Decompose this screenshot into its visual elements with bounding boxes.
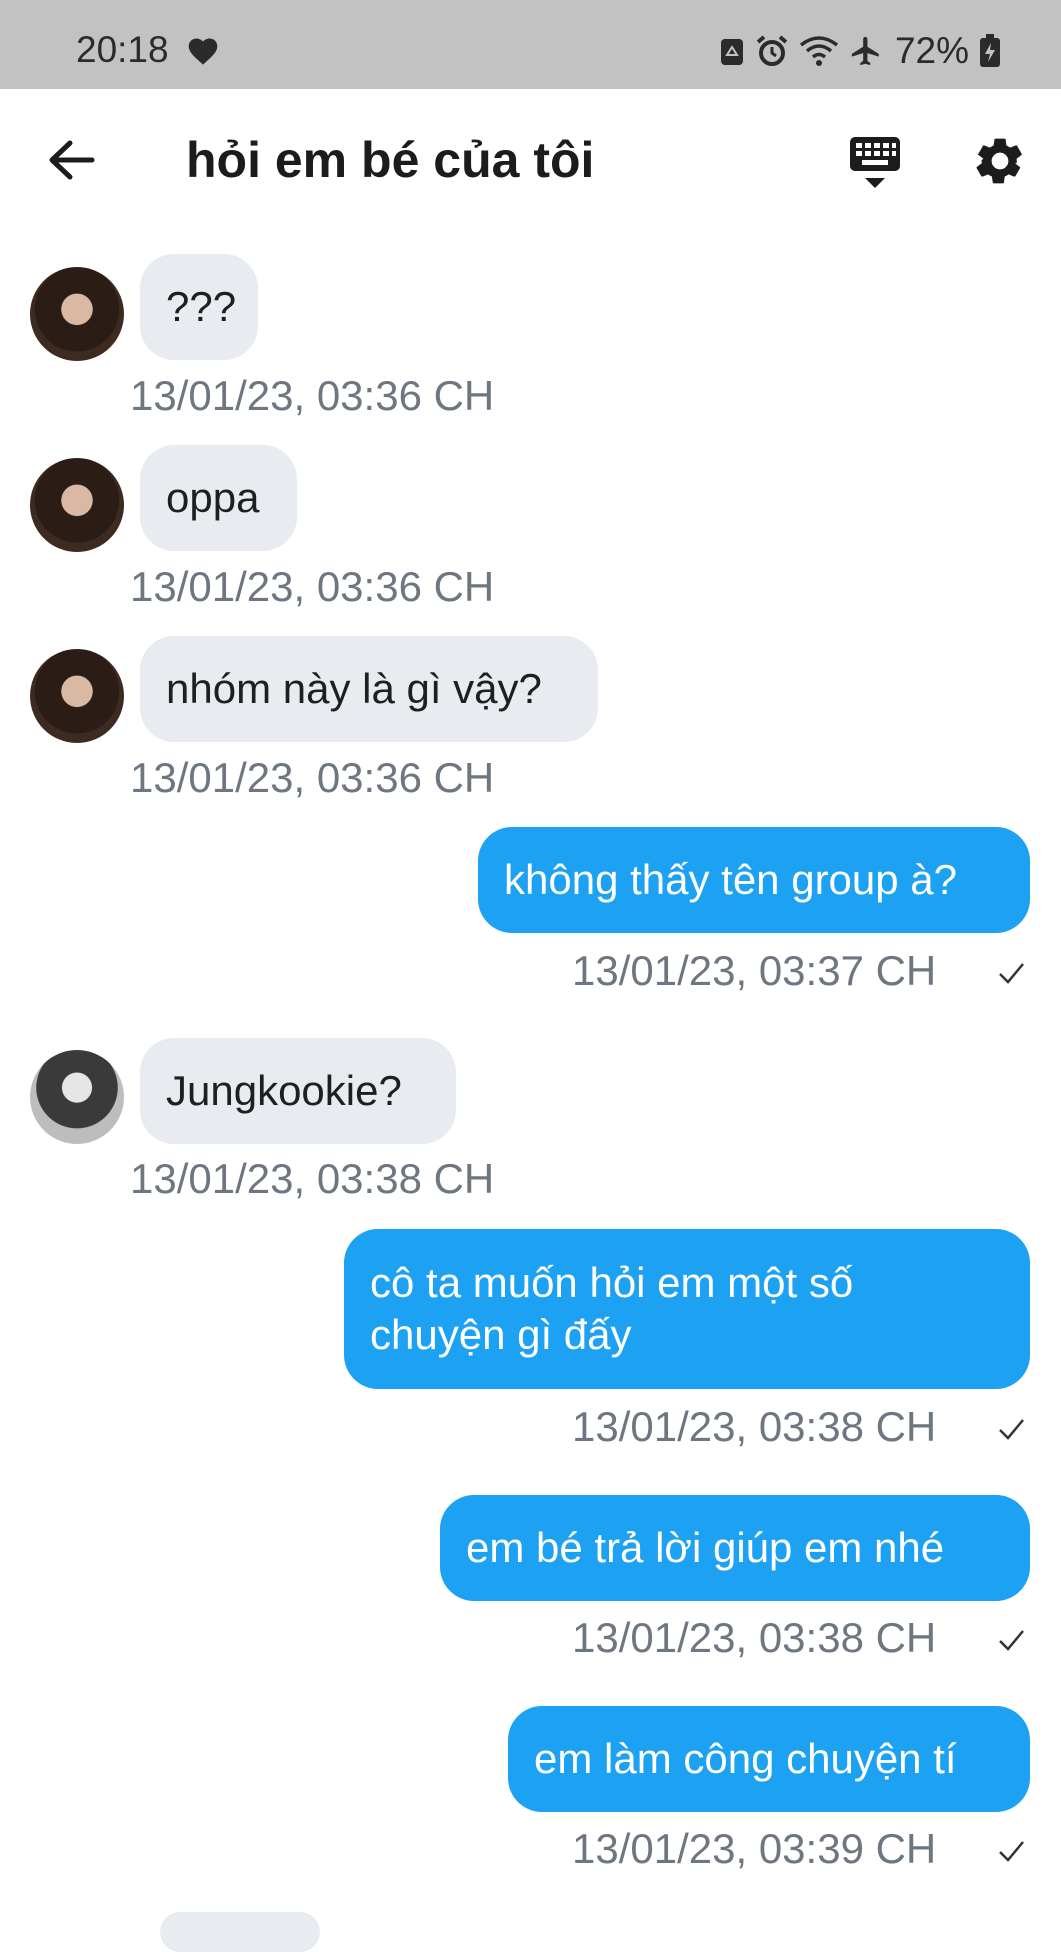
- status-bar: 20:18 72%: [0, 0, 1061, 89]
- keyboard-icon[interactable]: [848, 135, 902, 191]
- back-arrow-icon[interactable]: [46, 137, 96, 183]
- alarm-icon: [756, 35, 788, 66]
- status-time: 20:18: [76, 29, 169, 70]
- sender-avatar[interactable]: [30, 267, 124, 361]
- sent-check-icon: [999, 1419, 1024, 1440]
- sender-avatar[interactable]: [30, 1050, 124, 1144]
- message-bubble-outgoing[interactable]: em làm công chuyện tí: [508, 1706, 1030, 1812]
- message-timestamp: 13/01/23, 03:36 CH: [130, 372, 495, 419]
- sent-check-icon: [999, 963, 1024, 984]
- sender-avatar[interactable]: [30, 458, 124, 552]
- message-bubble-incoming-partial[interactable]: [160, 1912, 320, 1952]
- message-text: không thấy tên group à?: [504, 856, 958, 903]
- status-icons: 72%: [719, 30, 1001, 71]
- message-timestamp: 13/01/23, 03:39 CH: [572, 1825, 937, 1872]
- recycle-notification-icon: [720, 39, 743, 65]
- message-bubble-outgoing[interactable]: em bé trả lời giúp em nhé: [440, 1495, 1030, 1601]
- battery-charging-icon: [980, 34, 1000, 67]
- message-text: em làm công chuyện tí: [534, 1735, 957, 1782]
- message-timestamp: 13/01/23, 03:36 CH: [130, 563, 495, 610]
- sender-avatar[interactable]: [30, 649, 124, 743]
- message-timestamp: 13/01/23, 03:38 CH: [572, 1403, 937, 1450]
- wifi-icon: [799, 36, 839, 66]
- message-bubble-outgoing[interactable]: cô ta muốn hỏi em một số chuyện gì đấy: [344, 1229, 1030, 1389]
- sent-check-icon: [999, 1630, 1024, 1651]
- battery-percent: 72%: [894, 30, 969, 71]
- chat-header: hỏi em bé của tôi: [0, 89, 1061, 231]
- message-timestamp: 13/01/23, 03:38 CH: [572, 1614, 937, 1661]
- sent-check-icon: [999, 1841, 1024, 1862]
- message-bubble-outgoing[interactable]: không thấy tên group à?: [478, 827, 1030, 933]
- airplane-mode-icon: [851, 36, 879, 66]
- message-timestamp: 13/01/23, 03:36 CH: [130, 754, 495, 801]
- message-text: oppa: [166, 474, 260, 521]
- message-bubble-incoming[interactable]: oppa: [140, 445, 297, 551]
- message-text: em bé trả lời giúp em nhé: [466, 1524, 945, 1571]
- message-bubble-incoming[interactable]: nhóm này là gì vậy?: [140, 636, 598, 742]
- chat-title: hỏi em bé của tôi: [186, 132, 595, 188]
- gear-icon[interactable]: [972, 133, 1028, 189]
- message-text: cô ta muốn hỏi em một số chuyện gì đấy: [370, 1259, 854, 1358]
- message-bubble-incoming[interactable]: Jungkookie?: [140, 1038, 456, 1144]
- message-text: ???: [166, 283, 237, 330]
- message-text: nhóm này là gì vậy?: [166, 665, 542, 712]
- message-bubble-incoming[interactable]: ???: [140, 254, 258, 360]
- message-timestamp: 13/01/23, 03:38 CH: [130, 1155, 495, 1202]
- message-timestamp: 13/01/23, 03:37 CH: [572, 947, 937, 994]
- message-text: Jungkookie?: [166, 1067, 402, 1114]
- heart-icon: [188, 38, 218, 65]
